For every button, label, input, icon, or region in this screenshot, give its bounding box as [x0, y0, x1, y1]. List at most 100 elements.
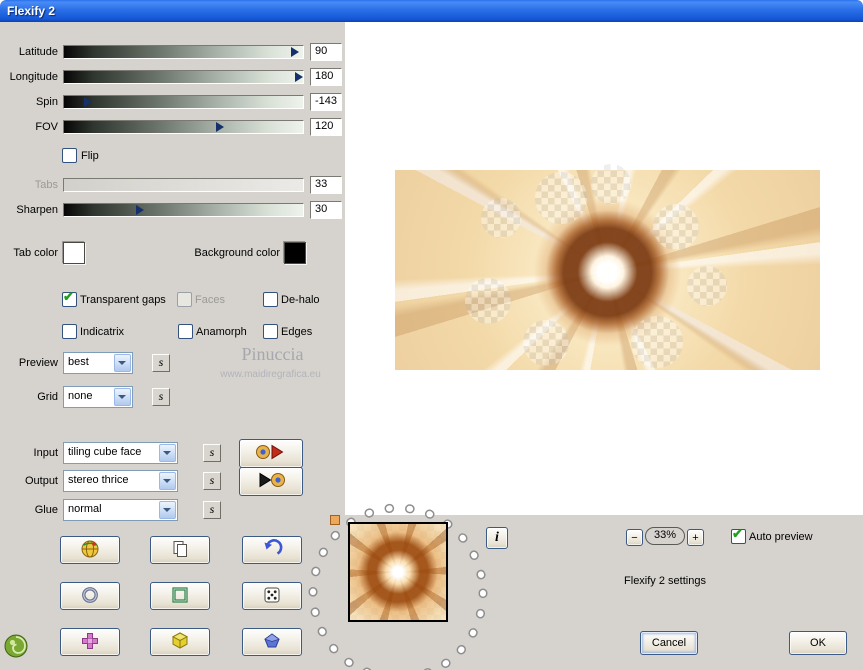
ring-icon [79, 584, 101, 609]
dice-icon [261, 584, 283, 609]
latitude-slider[interactable] [63, 45, 304, 59]
flip-checkbox[interactable] [62, 148, 77, 163]
sphere-play-icon [254, 442, 288, 465]
fov-value[interactable]: 120 [310, 118, 342, 136]
plus-icon [79, 630, 101, 655]
input-s-button[interactable]: s [203, 444, 221, 462]
fov-slider-thumb[interactable] [216, 122, 224, 132]
tab-color-swatch[interactable] [63, 242, 85, 264]
fov-slider[interactable] [63, 120, 304, 134]
latitude-slider-thumb[interactable] [291, 47, 299, 57]
copy-button[interactable] [150, 536, 210, 564]
output-render-button[interactable] [239, 467, 303, 496]
auto-preview-label: Auto preview [749, 531, 813, 543]
indicatrix-checkbox[interactable] [62, 324, 77, 339]
sharpen-slider[interactable] [63, 203, 304, 217]
square-button[interactable] [150, 582, 210, 610]
latitude-value[interactable]: 90 [310, 43, 342, 61]
ok-button[interactable]: OK [789, 631, 847, 655]
input-dropdown-value: tiling cube face [68, 446, 142, 458]
anamorph-checkbox[interactable] [178, 324, 193, 339]
chevron-down-icon[interactable] [159, 444, 176, 462]
sharpen-value[interactable]: 30 [310, 201, 342, 219]
output-dropdown[interactable]: stereo thrice [63, 470, 178, 492]
chevron-down-icon[interactable] [114, 388, 131, 406]
longitude-slider-thumb[interactable] [295, 72, 303, 82]
transparent-gaps-checkbox[interactable]: ✔ [62, 289, 77, 307]
longitude-slider[interactable] [63, 70, 304, 84]
latitude-label: Latitude [18, 46, 58, 58]
preview-image [395, 164, 820, 370]
glue-dropdown-value: normal [68, 503, 102, 515]
sharpen-slider-thumb[interactable] [136, 205, 144, 215]
longitude-label: Longitude [9, 71, 58, 83]
preview-panel [345, 22, 863, 515]
minus-icon: − [631, 531, 638, 544]
output-dropdown-label: Output [24, 475, 58, 487]
info-button[interactable]: i [486, 527, 508, 549]
ghost-circle [687, 266, 727, 306]
cube-button[interactable] [150, 628, 210, 656]
grid-s-button[interactable]: s [152, 388, 170, 406]
spin-slider[interactable] [63, 95, 304, 109]
play-sphere-icon [254, 470, 288, 493]
tab-color-label: Tab color [13, 247, 58, 259]
background-color-swatch[interactable] [284, 242, 306, 264]
watermark-name: Pinuccia [241, 344, 304, 364]
grid-dropdown-label: Grid [37, 391, 58, 403]
titlebar[interactable]: Flexify 2 [0, 0, 863, 22]
undo-button[interactable] [242, 536, 302, 564]
spin-slider-thumb[interactable] [84, 97, 92, 107]
output-dropdown-value: stereo thrice [68, 474, 129, 486]
preview-dropdown-value: best [68, 356, 89, 368]
background-color-label: Background color [194, 247, 280, 259]
zoom-in-button[interactable]: + [687, 529, 704, 546]
tabs-value[interactable]: 33 [310, 176, 342, 194]
navigator-thumbnail[interactable] [348, 522, 448, 622]
edges-checkbox[interactable] [263, 324, 278, 339]
spin-value[interactable]: -143 [310, 93, 342, 111]
preview-s-button[interactable]: s [152, 354, 170, 372]
settings-status-text: Flexify 2 settings [624, 575, 706, 587]
cancel-button[interactable]: Cancel [640, 631, 698, 655]
grid-dropdown-value: none [68, 390, 93, 402]
dice-button[interactable] [242, 582, 302, 610]
ghost-circle [653, 204, 699, 250]
preview-dropdown-label: Preview [18, 357, 58, 369]
sharpen-label: Sharpen [16, 204, 58, 216]
zoom-out-button[interactable]: − [626, 529, 643, 546]
zoom-level[interactable]: 33% [645, 527, 685, 545]
glue-s-button[interactable]: s [203, 501, 221, 519]
cube-icon [169, 630, 191, 655]
spin-label: Spin [35, 96, 58, 108]
grid-dropdown[interactable]: none [63, 386, 133, 408]
plus-button[interactable] [60, 628, 120, 656]
square-icon [169, 584, 191, 609]
globe-button[interactable] [60, 536, 120, 564]
chevron-down-icon[interactable] [159, 501, 176, 519]
watermark-url: www.maidiregrafica.eu [220, 369, 321, 380]
flip-label: Flip [81, 150, 99, 162]
check-icon: ✔ [63, 289, 74, 304]
flaming-pear-shell-icon[interactable] [2, 632, 30, 663]
de-halo-checkbox[interactable] [263, 292, 278, 307]
transparent-gaps-label: Transparent gaps [80, 294, 166, 306]
origin-marker[interactable] [330, 515, 340, 525]
chevron-down-icon[interactable] [114, 354, 131, 372]
glue-dropdown[interactable]: normal [63, 499, 178, 521]
ring-button[interactable] [60, 582, 120, 610]
output-s-button[interactable]: s [203, 472, 221, 490]
ghost-circle [631, 316, 683, 368]
pentagon-button[interactable] [242, 628, 302, 656]
preview-dropdown[interactable]: best [63, 352, 133, 374]
info-icon: i [495, 530, 499, 545]
longitude-value[interactable]: 180 [310, 68, 342, 86]
input-dropdown[interactable]: tiling cube face [63, 442, 178, 464]
anamorph-label: Anamorph [196, 326, 247, 338]
tabs-label: Tabs [34, 179, 58, 191]
fov-label: FOV [35, 121, 58, 133]
auto-preview-checkbox[interactable]: ✔ [731, 526, 746, 544]
chevron-down-icon[interactable] [159, 472, 176, 490]
input-render-button[interactable] [239, 439, 303, 468]
ghost-circle [535, 172, 587, 224]
